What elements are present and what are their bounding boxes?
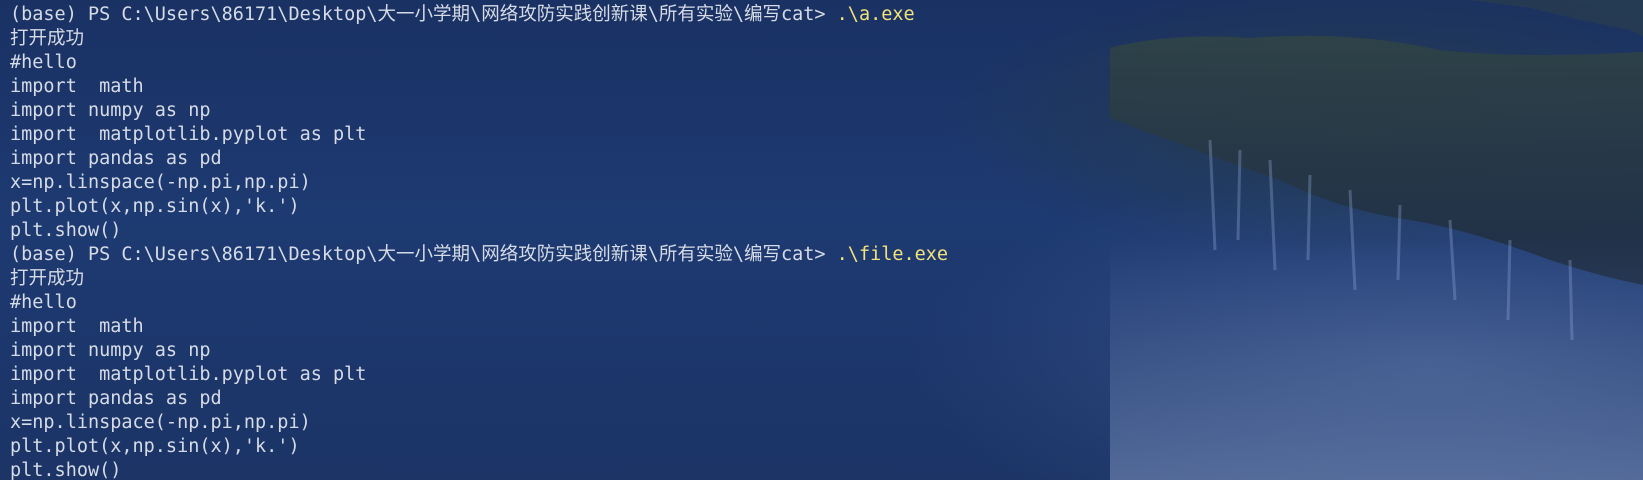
output-line: plt.show(): [10, 460, 122, 480]
output-line: import math: [10, 316, 144, 337]
output-line: import numpy as np: [10, 340, 211, 361]
prompt-text: (base) PS C:\Users\86171\Desktop\大一小学期\网…: [10, 244, 837, 265]
output-line: #hello: [10, 52, 77, 73]
prompt-text: (base) PS C:\Users\86171\Desktop\大一小学期\网…: [10, 4, 837, 25]
output-line: import pandas as pd: [10, 148, 222, 169]
output-line: 打开成功: [10, 28, 85, 49]
output-line: plt.plot(x,np.sin(x),'k.'): [10, 196, 300, 217]
output-line: import numpy as np: [10, 100, 211, 121]
terminal-window[interactable]: (base) PS C:\Users\86171\Desktop\大一小学期\网…: [0, 0, 1643, 480]
output-line: x=np.linspace(-np.pi,np.pi): [10, 412, 311, 433]
output-line: plt.plot(x,np.sin(x),'k.'): [10, 436, 300, 457]
output-line: import matplotlib.pyplot as plt: [10, 364, 367, 385]
background-landscape-image: [1110, 0, 1643, 480]
command-text: .\a.exe: [836, 4, 915, 25]
command-text: .\file.exe: [836, 244, 949, 265]
output-line: import matplotlib.pyplot as plt: [10, 124, 367, 145]
prompt-line: (base) PS C:\Users\86171\Desktop\大一小学期\网…: [10, 243, 948, 267]
output-line: plt.show(): [10, 220, 122, 241]
output-line: import pandas as pd: [10, 388, 222, 409]
output-line: import math: [10, 76, 144, 97]
output-line: #hello: [10, 292, 77, 313]
output-line: 打开成功: [10, 268, 85, 289]
terminal-output: (base) PS C:\Users\86171\Desktop\大一小学期\网…: [10, 3, 948, 480]
output-line: x=np.linspace(-np.pi,np.pi): [10, 172, 311, 193]
prompt-line: (base) PS C:\Users\86171\Desktop\大一小学期\网…: [10, 3, 948, 27]
